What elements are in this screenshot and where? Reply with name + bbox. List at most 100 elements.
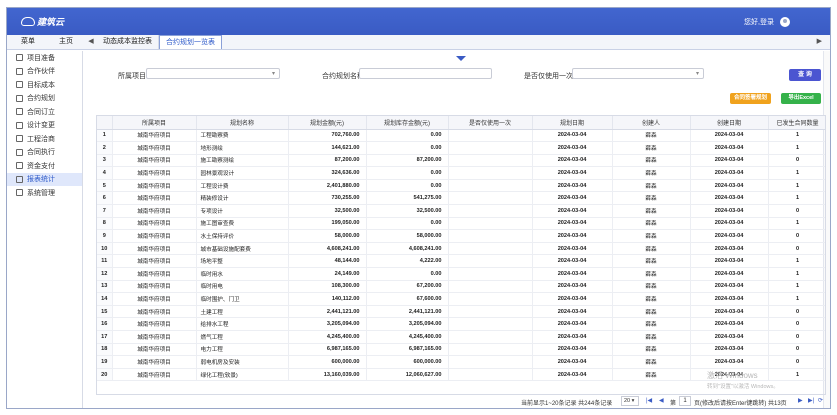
user-greeting[interactable]: 您好,登录 [744, 17, 774, 27]
table-cell: 0 [768, 154, 825, 168]
table-row[interactable]: 16 城南华府项目 给排水工程 3,205,094.00 3,205,094.00 202… [97, 317, 825, 331]
table-cell: 24,149.00 [288, 267, 367, 281]
table-cell [448, 166, 533, 180]
column-header[interactable]: 已发生合同数量 [768, 116, 825, 130]
plan-name-input[interactable] [359, 68, 492, 79]
table-row[interactable]: 19 城南华府项目 弱电机房及安装 600,000.00 600,000.00 2024-… [97, 355, 825, 369]
export-excel-button[interactable]: 导出Excel [781, 93, 821, 104]
sidebar-item-label: 目标成本 [27, 81, 55, 89]
table-cell: 6,987,165.00 [366, 343, 449, 357]
first-page-icon[interactable]: |◀ [646, 397, 652, 404]
column-header[interactable]: 创建人 [612, 116, 691, 130]
table-row[interactable]: 9 城南华府项目 水土保持评价 58,000.00 58,000.00 2024-03-0… [97, 229, 825, 243]
sidebar-item[interactable]: 合约规划 [7, 92, 82, 106]
table-row[interactable]: 15 城南华府项目 土建工程 2,441,121.00 2,441,121.00 2024… [97, 305, 825, 319]
contract-plan-button[interactable]: 合同签署规划 [730, 93, 771, 104]
table-cell: 0.00 [366, 267, 449, 281]
table-row[interactable]: 4 城南华府项目 园林景观设计 324,636.00 0.00 2024-03-04 薛森 2… [97, 166, 825, 180]
table-cell: 2024-03-04 [532, 305, 613, 319]
table-cell [448, 254, 533, 269]
refresh-icon[interactable]: ⟳ [818, 397, 823, 404]
next-page-icon[interactable]: ▶ [798, 397, 803, 404]
table-row[interactable]: 1 城南华府项目 工程勘察费 702,760.00 0.00 2024-03-04 薛森 20… [97, 129, 825, 143]
sidebar-item[interactable]: 工程洽商 [7, 132, 82, 146]
table-cell: 薛森 [612, 292, 691, 306]
table-row[interactable]: 5 城南华府项目 工程设计费 2,401,880.00 0.00 2024-03-04 薛森… [97, 179, 825, 193]
sidebar-item[interactable]: 合同执行 [7, 146, 82, 160]
table-row[interactable]: 18 城南华府项目 电力工程 6,987,165.00 6,987,165.00 2024… [97, 343, 825, 357]
table-cell: 2024-03-04 [532, 330, 613, 344]
table-row[interactable]: 11 城南华府项目 场地平整 48,144.00 4,222.00 2024-03-04 薛… [97, 254, 825, 269]
logo-text: 建筑云 [37, 17, 65, 27]
column-header[interactable]: 是否仅使用一次 [448, 116, 533, 130]
table-cell: 0 [768, 229, 825, 243]
windows-watermark: 激活 Windows 转到"设置"以激活 Windows。 [707, 370, 779, 390]
column-header[interactable]: 创建日期 [690, 116, 769, 130]
tab-home[interactable]: 主页 [47, 35, 85, 49]
table-row[interactable]: 10 城南华府项目 城市基础设施配套费 4,608,241.00 4,608,241.0… [97, 242, 825, 256]
page-size-value: 20 [624, 398, 631, 404]
table-row[interactable]: 2 城南华府项目 地形测绘 144,621.00 0.00 2024-03-04 薛森 202… [97, 141, 825, 155]
column-header[interactable]: 规划名称 [196, 116, 289, 130]
sidebar-item[interactable]: 目标成本 [7, 78, 82, 92]
column-header[interactable] [97, 116, 113, 130]
column-header[interactable]: 所属项目 [112, 116, 197, 130]
once-select[interactable]: ▾ [572, 68, 704, 79]
table-row[interactable]: 12 城南华府项目 临时用水 24,149.00 0.00 2024-03-04 薛森 202… [97, 267, 825, 281]
menu-item-icon [16, 94, 23, 102]
menu-toggle[interactable]: 菜单 [7, 35, 47, 49]
table-row[interactable]: 14 城南华府项目 临时围护、门卫 140,112.00 67,600.00 2024-0… [97, 292, 825, 306]
page-number-input[interactable]: 1 [679, 396, 691, 406]
menu-item-icon [16, 135, 23, 143]
table-cell: 6 [97, 191, 113, 206]
table-row[interactable]: 7 城南华府项目 专项设计 32,500.00 32,500.00 2024-03-04 薛… [97, 204, 825, 218]
table-cell: 城南华府项目 [112, 154, 197, 168]
menu-item-icon [16, 189, 23, 197]
table-row[interactable]: 6 城南华府项目 精装修设计 730,255.00 541,275.00 2024-03-… [97, 191, 825, 206]
table-cell: 12,060,627.00 [366, 368, 449, 382]
table-cell: 施工勘察测绘 [196, 154, 289, 168]
table-cell [448, 129, 533, 143]
query-button[interactable]: 查 询 [789, 69, 821, 81]
last-page-icon[interactable]: ▶| [808, 397, 814, 404]
project-select[interactable]: ▾ [146, 68, 280, 79]
sidebar-item[interactable]: 项目准备 [7, 51, 82, 65]
table-cell: 薛森 [612, 229, 691, 243]
user-avatar-icon[interactable] [780, 17, 790, 27]
table-cell: 5 [97, 179, 113, 193]
table-cell: 108,300.00 [288, 280, 367, 294]
collapse-filter-icon[interactable] [456, 56, 466, 61]
table-cell: 0.00 [366, 141, 449, 155]
table-cell: 城南华府项目 [112, 330, 197, 344]
sidebar-item[interactable]: 资金支付 [7, 159, 82, 173]
user-area[interactable]: 您好,登录 [744, 17, 790, 27]
table-cell: 13 [97, 280, 113, 294]
sidebar-item[interactable]: 合同订立 [7, 105, 82, 119]
table-cell: 2024-03-04 [690, 179, 769, 193]
column-header[interactable]: 规划金额(元) [288, 116, 367, 130]
table-cell: 0.00 [366, 129, 449, 143]
table-row[interactable]: 13 城南华府项目 临时用电 108,300.00 67,200.00 2024-03-0… [97, 280, 825, 294]
table-cell: 17 [97, 330, 113, 344]
table-cell: 4,608,241.00 [366, 242, 449, 256]
column-header[interactable]: 规划日期 [532, 116, 613, 130]
tab-scroll-right-icon[interactable]: ▶ [817, 35, 822, 49]
column-header[interactable]: 规划库存金额(元) [366, 116, 449, 130]
sidebar-item[interactable]: 设计变更 [7, 119, 82, 133]
once-label: 是否仅使用一次: [524, 73, 575, 80]
page-size-select[interactable]: 20 ▾ [621, 396, 639, 406]
tab-scroll-left-icon[interactable]: ◀ [85, 35, 97, 49]
table-cell: 薛森 [612, 242, 691, 256]
prev-page-icon[interactable]: ◀ [659, 397, 664, 404]
tab-cost-monitor[interactable]: 动态成本监控表 [97, 35, 159, 49]
sidebar-item[interactable]: 合作伙伴 [7, 65, 82, 79]
table-cell: 2024-03-04 [532, 242, 613, 256]
table-cell: 2024-03-04 [690, 355, 769, 369]
table-row[interactable]: 17 城南华府项目 燃气工程 4,245,400.00 4,245,400.00 2024… [97, 330, 825, 344]
table-row[interactable]: 3 城南华府项目 施工勘察测绘 87,200.00 87,200.00 2024-03-0… [97, 154, 825, 168]
sidebar-item[interactable]: 报表统计 [7, 172, 82, 186]
table-cell: 4,245,400.00 [366, 330, 449, 344]
table-row[interactable]: 8 城南华府项目 施工图审查费 199,050.00 0.00 2024-03-04 薛森 2… [97, 217, 825, 231]
tab-contract-plan[interactable]: 合约规划一览表 [159, 35, 222, 49]
sidebar-item[interactable]: 系统管理 [7, 186, 82, 200]
